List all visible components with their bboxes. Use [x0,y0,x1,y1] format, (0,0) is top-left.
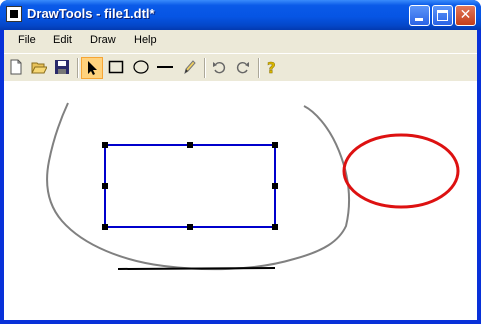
line-shape[interactable] [117,267,276,270]
toolbar-separator [77,58,79,78]
undo-button[interactable] [209,57,231,79]
toolbar-separator [204,58,206,78]
app-icon[interactable] [6,6,22,22]
resize-handle-w[interactable] [102,183,108,189]
pencil-button[interactable] [179,57,201,79]
minimize-icon [415,18,423,21]
toolbar: ? [4,53,477,82]
toolbar-separator [258,58,260,78]
maximize-icon [437,10,448,21]
resize-handle-se[interactable] [272,224,278,230]
menu-help[interactable]: Help [134,34,157,46]
close-icon: ✕ [459,7,472,23]
save-button[interactable] [52,57,74,79]
menu-draw[interactable]: Draw [90,34,116,46]
minimize-button[interactable] [409,5,430,26]
client-area: File Edit Draw Help ? [4,30,477,320]
resize-handle-ne[interactable] [272,142,278,148]
line-button[interactable] [155,57,177,79]
ellipse-button[interactable] [131,57,153,79]
resize-handle-nw[interactable] [102,142,108,148]
application-window: DrawTools - file1.dtl* ✕ File Edit Draw … [0,0,481,324]
save-icon [55,60,69,74]
open-icon [31,62,47,74]
rectangle-button[interactable] [106,57,128,79]
drawing-canvas[interactable] [4,81,477,320]
close-button[interactable]: ✕ [455,5,476,26]
ellipse-icon [133,60,149,74]
open-button[interactable] [29,57,51,79]
drawing-surface[interactable] [4,81,477,320]
menu-bar: File Edit Draw Help [4,30,477,52]
new-button[interactable] [6,57,28,79]
resize-handle-n[interactable] [187,142,193,148]
title-bar[interactable]: DrawTools - file1.dtl* ✕ [0,0,481,30]
maximize-button[interactable] [432,5,453,26]
line-icon [157,66,173,68]
new-icon [10,59,22,75]
pencil-stroke[interactable] [46,102,351,271]
resize-handle-s[interactable] [187,224,193,230]
svg-text:?: ? [267,59,276,75]
ellipse-shape[interactable] [342,133,460,209]
menu-edit[interactable]: Edit [53,34,72,46]
resize-handle-e[interactable] [272,183,278,189]
help-icon: ? [267,59,276,75]
undo-icon [213,61,226,74]
rectangle-icon [108,60,124,74]
redo-button[interactable] [233,57,255,79]
pencil-icon [184,60,196,75]
menu-file[interactable]: File [18,34,36,46]
pointer-button[interactable] [81,57,103,79]
resize-handle-sw[interactable] [102,224,108,230]
help-button[interactable]: ? [262,57,284,79]
pointer-icon [88,61,97,75]
window-title: DrawTools - file1.dtl* [27,6,155,21]
redo-icon [236,61,249,74]
selected-rectangle[interactable] [104,144,276,228]
